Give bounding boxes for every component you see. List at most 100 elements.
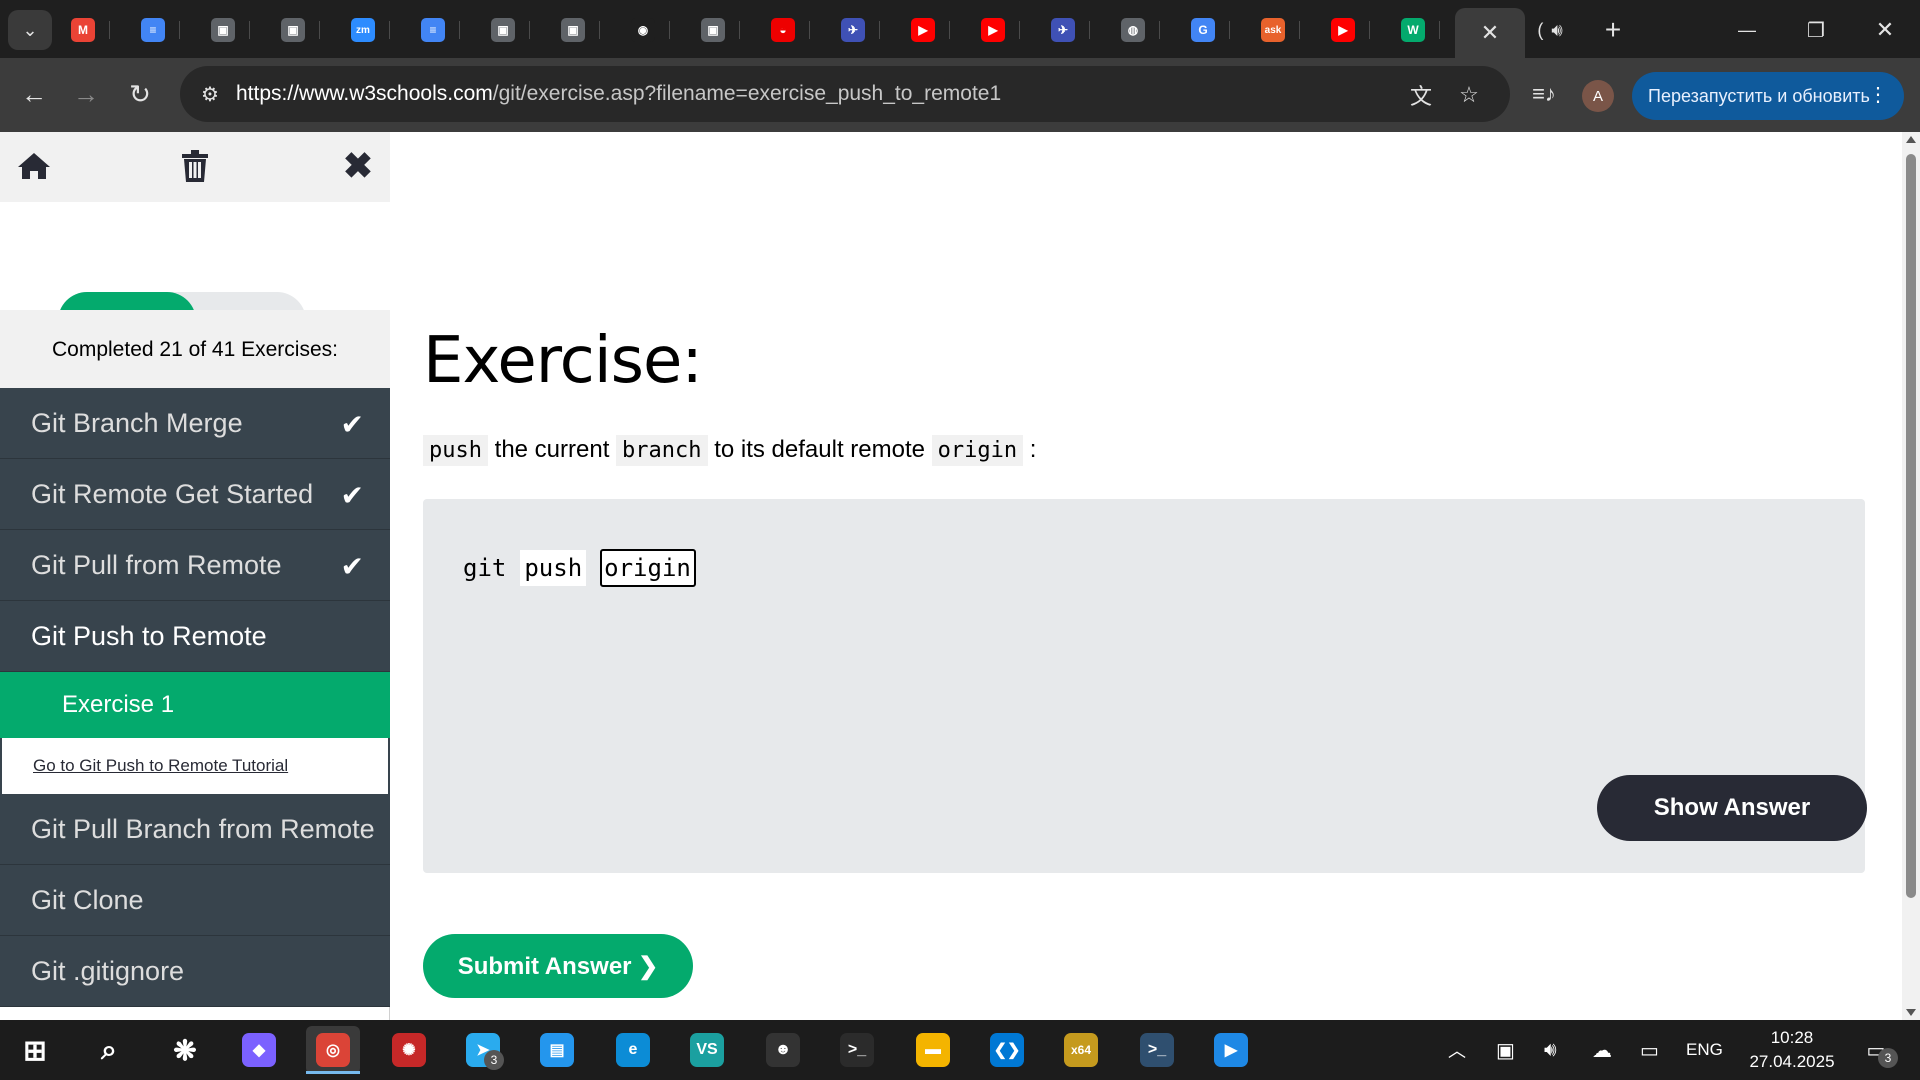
menu-subitem-exercise-1[interactable]: Exercise 1: [0, 672, 390, 738]
notifications-icon[interactable]: ▭ 3: [1856, 1034, 1898, 1068]
taskbar-app[interactable]: ❋: [158, 1026, 212, 1074]
menu-item-git-pull-from-remote[interactable]: Git Pull from Remote ✔: [0, 530, 390, 601]
taskbar-app[interactable]: ▬: [906, 1026, 960, 1074]
browser-tab[interactable]: W: [1386, 10, 1440, 50]
taskbar-app[interactable]: ◎: [306, 1026, 360, 1074]
taskbar-app[interactable]: ➤ 3: [456, 1026, 510, 1074]
browser-tab[interactable]: ▶: [966, 10, 1020, 50]
contact-icon: ▣: [701, 18, 725, 42]
reload-icon[interactable]: ↻: [120, 74, 160, 114]
browser-tab[interactable]: ✈: [1036, 10, 1090, 50]
more-menu-icon[interactable]: ⋮: [1868, 82, 1888, 107]
browser-tab[interactable]: ≡: [126, 10, 180, 50]
restore-button[interactable]: ❐: [1791, 10, 1841, 50]
url-text[interactable]: https://www.w3schools.com/git/exercise.a…: [236, 82, 1001, 106]
scroll-down-arrow-icon[interactable]: [1906, 1009, 1916, 1016]
tab-search-icon[interactable]: ⌄: [8, 10, 52, 50]
scroll-thumb[interactable]: [1906, 154, 1916, 898]
scroll-up-arrow-icon[interactable]: [1906, 136, 1916, 143]
browser-tab[interactable]: ▣: [196, 10, 250, 50]
exercise-menu: Git Branch Merge ✔ Git Remote Get Starte…: [0, 388, 390, 1007]
home-icon[interactable]: [12, 146, 56, 186]
browser-tab[interactable]: ▶: [1316, 10, 1370, 50]
translate-icon[interactable]: 文: [1406, 80, 1436, 110]
page-viewport: ✖ Sign Up Log in Completed 21 of 41 Exer…: [0, 132, 1920, 1020]
taskbar-app[interactable]: ▤: [530, 1026, 584, 1074]
taskbar-app[interactable]: ❮❯: [980, 1026, 1034, 1074]
taskbar-app[interactable]: >_: [1130, 1026, 1184, 1074]
profile-avatar[interactable]: A: [1582, 80, 1614, 112]
menu-item-git-push-to-remote[interactable]: Git Push to Remote: [0, 601, 390, 672]
browser-tab[interactable]: ◉: [616, 10, 670, 50]
browser-tab[interactable]: ▣: [476, 10, 530, 50]
taskbar-app[interactable]: ▶: [1204, 1026, 1258, 1074]
tab-separator: [879, 21, 880, 39]
page-scrollbar[interactable]: [1902, 132, 1920, 1020]
relaunch-update-button[interactable]: Перезапустить и обновить ⋮: [1632, 72, 1904, 120]
window-close-button[interactable]: ✕: [1860, 10, 1910, 50]
browser-tab[interactable]: ▣: [266, 10, 320, 50]
bookmark-star-icon[interactable]: ☆: [1454, 80, 1484, 110]
menu-item-git-remote-get-started[interactable]: Git Remote Get Started ✔: [0, 459, 390, 530]
translate-icon: G: [1191, 18, 1215, 42]
tray-overflow-icon[interactable]: ︿: [1448, 1034, 1466, 1066]
browser-tab[interactable]: ask: [1246, 10, 1300, 50]
browser-tab[interactable]: ▣: [546, 10, 600, 50]
browser-tab[interactable]: zm: [336, 10, 390, 50]
menu-item-git-clone[interactable]: Git Clone: [0, 865, 390, 936]
menu-item-git-branch-merge[interactable]: Git Branch Merge ✔: [0, 388, 390, 459]
check-icon: ✔: [340, 409, 364, 440]
taskbar-app[interactable]: ◆: [232, 1026, 286, 1074]
display-icon[interactable]: ▣: [1496, 1034, 1515, 1066]
tab-separator: [669, 21, 670, 39]
browser-tab[interactable]: ▶: [896, 10, 950, 50]
audio-tab[interactable]: ( 🔊︎: [1525, 10, 1575, 50]
bird-icon: ✈: [841, 18, 865, 42]
tab-separator: [809, 21, 810, 39]
url-host: https://www.w3schools.com: [236, 82, 493, 105]
taskbar-app[interactable]: ✺: [382, 1026, 436, 1074]
forward-arrow-icon[interactable]: →: [66, 74, 106, 114]
browser-tab[interactable]: ▣: [686, 10, 740, 50]
media-control-icon[interactable]: ≡♪: [1524, 74, 1564, 114]
close-icon[interactable]: ✖: [336, 145, 380, 186]
browser-tab[interactable]: ◒: [756, 10, 810, 50]
volume-icon[interactable]: 🔊︎: [1544, 1034, 1557, 1066]
browser-tab[interactable]: ✈: [826, 10, 880, 50]
taskbar-app[interactable]: e: [606, 1026, 660, 1074]
taskbar-app[interactable]: VS: [680, 1026, 734, 1074]
new-tab-button[interactable]: +: [1588, 10, 1638, 50]
exercise-sidebar: ✖ Sign Up Log in Completed 21 of 41 Exer…: [0, 132, 390, 1020]
answer-input[interactable]: [600, 549, 697, 587]
language-indicator[interactable]: ENG: [1686, 1034, 1723, 1066]
contact-icon: ▣: [211, 18, 235, 42]
tab-separator: [739, 21, 740, 39]
address-bar[interactable]: ⚙︎ https://www.w3schools.com/git/exercis…: [180, 66, 1510, 122]
show-answer-button[interactable]: Show Answer: [1597, 775, 1867, 841]
site-info-icon[interactable]: ⚙︎: [194, 78, 226, 110]
active-tab-w3schools[interactable]: ✕: [1455, 8, 1525, 58]
taskbar-app[interactable]: ☻: [756, 1026, 810, 1074]
tutorial-link[interactable]: Go to Git Push to Remote Tutorial: [0, 738, 390, 794]
clock[interactable]: 10:28 27.04.2025: [1742, 1026, 1842, 1074]
onedrive-icon[interactable]: ☁: [1592, 1034, 1612, 1066]
minimize-button[interactable]: —: [1722, 10, 1772, 50]
battery-icon[interactable]: ▭: [1640, 1034, 1659, 1066]
trash-icon[interactable]: [173, 146, 217, 186]
browser-tab[interactable]: ◍: [1106, 10, 1160, 50]
browser-tab[interactable]: G: [1176, 10, 1230, 50]
inline-code: push: [423, 435, 488, 466]
taskbar-app[interactable]: ⌕: [82, 1026, 136, 1074]
tab-close-icon[interactable]: ✕: [1481, 20, 1499, 46]
browser-tab[interactable]: ≡: [406, 10, 460, 50]
tab-separator: [1019, 21, 1020, 39]
menu-item-git-pull-branch-from-remote[interactable]: Git Pull Branch from Remote: [0, 794, 390, 865]
taskbar-app[interactable]: >_: [830, 1026, 884, 1074]
submit-answer-button[interactable]: Submit Answer ❯: [423, 934, 693, 998]
taskbar-app[interactable]: ⊞: [8, 1026, 62, 1074]
taskbar-app[interactable]: x64: [1054, 1026, 1108, 1074]
browser-tab[interactable]: M: [56, 10, 110, 50]
back-arrow-icon[interactable]: ←: [14, 74, 54, 114]
check-icon: ✔: [340, 480, 364, 511]
menu-item-git-gitignore[interactable]: Git .gitignore: [0, 936, 390, 1007]
